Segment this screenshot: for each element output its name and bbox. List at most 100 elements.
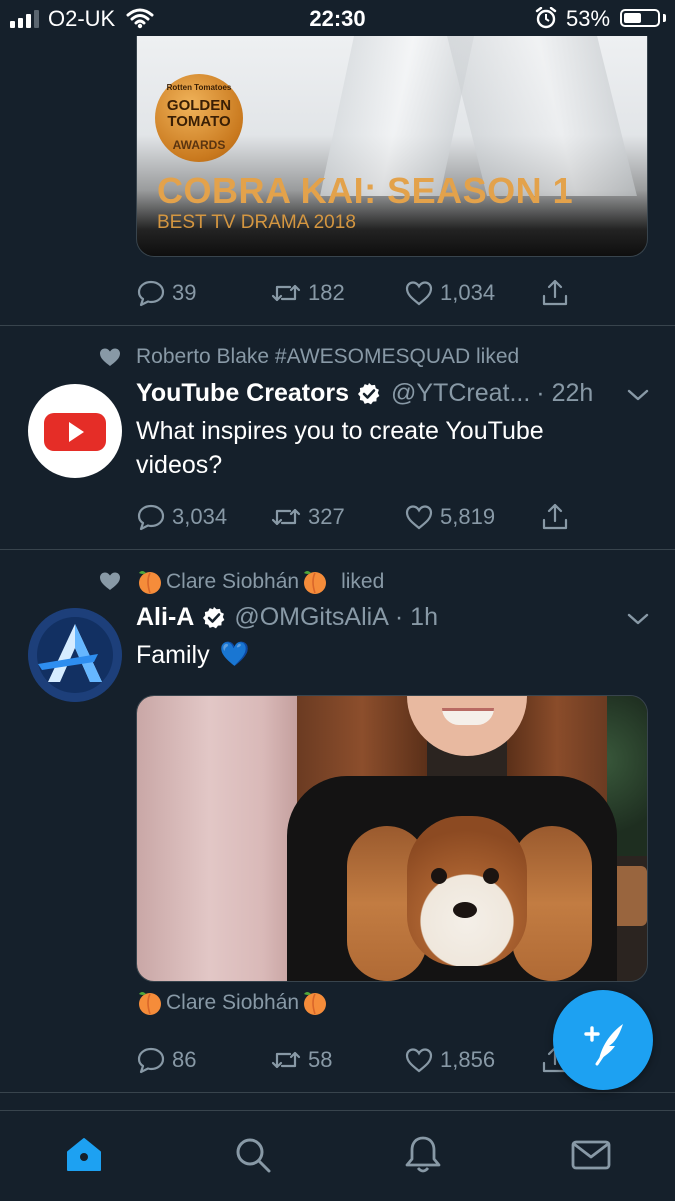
reply-count: 3,034 — [172, 504, 228, 529]
badge-title-1: GOLDEN — [166, 97, 232, 114]
reply-icon — [137, 504, 165, 531]
retweet-button[interactable]: 327 — [270, 497, 345, 537]
reply-button[interactable]: 86 — [136, 1040, 196, 1080]
social-context-verb: liked — [341, 570, 385, 593]
messages-icon — [571, 1140, 611, 1170]
dog-head — [407, 816, 527, 966]
social-context[interactable]: Clare Siobhán liked — [136, 569, 384, 595]
tweet-text: What inspires you to create YouTube vide… — [136, 414, 626, 482]
battery-percent: 53% — [566, 6, 611, 31]
heart-icon — [405, 505, 433, 530]
tweet-media-image[interactable]: Rotten Tomatoes GOLDEN TOMATO AWARDS COB… — [136, 36, 648, 257]
tweet-header: YouTube Creators @YTCreat... · 22h — [136, 379, 593, 408]
retweet-icon — [271, 1051, 301, 1069]
display-name[interactable]: Ali-A — [136, 603, 194, 632]
verified-icon — [358, 382, 380, 404]
search-icon — [236, 1138, 271, 1173]
like-button[interactable]: 1,856 — [404, 1040, 495, 1080]
liked-heart-icon — [100, 348, 120, 366]
like-count: 1,034 — [440, 280, 496, 305]
peach-emoji-icon — [304, 992, 327, 1015]
reply-count: 39 — [172, 280, 197, 305]
tab-home[interactable] — [62, 1133, 106, 1177]
tab-search[interactable] — [231, 1133, 275, 1177]
reply-button[interactable]: 39 — [136, 273, 196, 313]
display-name[interactable]: YouTube Creators — [136, 379, 349, 408]
tweet-text: Family 💙 — [136, 638, 250, 672]
chevron-down-icon[interactable] — [626, 386, 650, 404]
tweet-text-line: What inspires you to create YouTube — [136, 417, 544, 445]
tagged-user: Clare Siobhán — [166, 991, 300, 1014]
handle[interactable]: @OMGitsAliA — [234, 603, 389, 632]
youtube-logo-icon — [44, 413, 106, 451]
retweet-count: 182 — [308, 280, 345, 305]
timestamp[interactable]: · 22h — [536, 379, 593, 408]
chevron-down-icon[interactable] — [626, 610, 650, 628]
dog-eye — [431, 868, 447, 884]
compose-tweet-button[interactable] — [553, 990, 653, 1090]
tweet-divider — [0, 549, 675, 550]
share-icon — [542, 503, 568, 530]
like-button[interactable]: 1,034 — [404, 273, 495, 313]
tweet-text-line: Family — [136, 641, 210, 669]
tab-messages[interactable] — [569, 1133, 613, 1177]
golden-tomato-badge: Rotten Tomatoes GOLDEN TOMATO AWARDS — [155, 74, 243, 162]
like-count: 5,819 — [440, 504, 496, 529]
heart-icon — [405, 1048, 433, 1073]
dog-eye — [483, 868, 499, 884]
media-title: COBRA KAI: SEASON 1 — [157, 170, 574, 211]
badge-brand: Rotten Tomatoes — [166, 83, 232, 92]
retweet-count: 327 — [308, 504, 345, 529]
liked-heart-icon — [100, 572, 120, 590]
tweet-media-image[interactable] — [136, 695, 648, 982]
reply-icon — [137, 1047, 165, 1074]
reply-button[interactable]: 3,034 — [136, 497, 227, 537]
tab-bar — [0, 1110, 675, 1201]
battery-level — [624, 13, 641, 23]
peach-emoji-icon — [139, 992, 161, 1015]
timestamp[interactable]: · 1h — [395, 603, 438, 632]
battery-icon — [620, 9, 660, 27]
retweet-count: 58 — [308, 1047, 333, 1072]
reply-icon — [137, 280, 165, 307]
compose-feather-icon — [584, 1024, 623, 1066]
media-subtitle: BEST TV DRAMA 2018 — [157, 212, 356, 233]
media-tag[interactable]: Clare Siobhán — [136, 990, 329, 1016]
badge-title-2: TOMATO — [167, 113, 231, 130]
tweet-divider — [0, 325, 675, 326]
battery-cap — [663, 14, 666, 22]
share-button[interactable] — [540, 497, 576, 537]
avatar[interactable] — [28, 384, 122, 478]
handle[interactable]: @YTCreat... — [391, 379, 530, 408]
notifications-icon — [405, 1136, 441, 1173]
peach-emoji-icon — [139, 571, 161, 594]
dog-nose — [453, 902, 477, 918]
tweet-divider — [0, 1092, 675, 1093]
tweet-actions: 39 182 1,034 — [136, 273, 646, 313]
like-button[interactable]: 5,819 — [404, 497, 495, 537]
tweet-text-line: videos? — [136, 451, 223, 479]
retweet-icon — [271, 508, 301, 526]
social-context[interactable]: Roberto Blake #AWESOMESQUAD liked — [136, 345, 519, 369]
tweet-header: Ali-A @OMGitsAliA · 1h — [136, 603, 438, 632]
heart-icon — [405, 281, 433, 306]
like-count: 1,856 — [440, 1047, 496, 1072]
status-bar: O2-UK 22:30 53% — [0, 0, 675, 36]
reply-count: 86 — [172, 1047, 197, 1072]
home-icon — [67, 1138, 101, 1171]
retweet-button[interactable]: 58 — [270, 1040, 332, 1080]
social-context-name: Clare Siobhán — [166, 570, 300, 593]
share-button[interactable] — [540, 273, 576, 313]
peach-emoji-icon — [304, 571, 327, 594]
share-icon — [542, 279, 568, 306]
retweet-button[interactable]: 182 — [270, 273, 345, 313]
alarm-icon — [535, 7, 557, 29]
ali-a-logo-icon — [28, 608, 122, 702]
badge-awards: AWARDS — [172, 138, 226, 152]
avatar[interactable] — [28, 608, 122, 702]
retweet-icon — [271, 284, 301, 302]
verified-icon — [203, 606, 225, 628]
blue-heart-emoji: 💙 — [219, 641, 250, 668]
tab-notifications[interactable] — [401, 1133, 445, 1177]
tweet-actions: 3,034 327 5,819 — [136, 497, 646, 537]
